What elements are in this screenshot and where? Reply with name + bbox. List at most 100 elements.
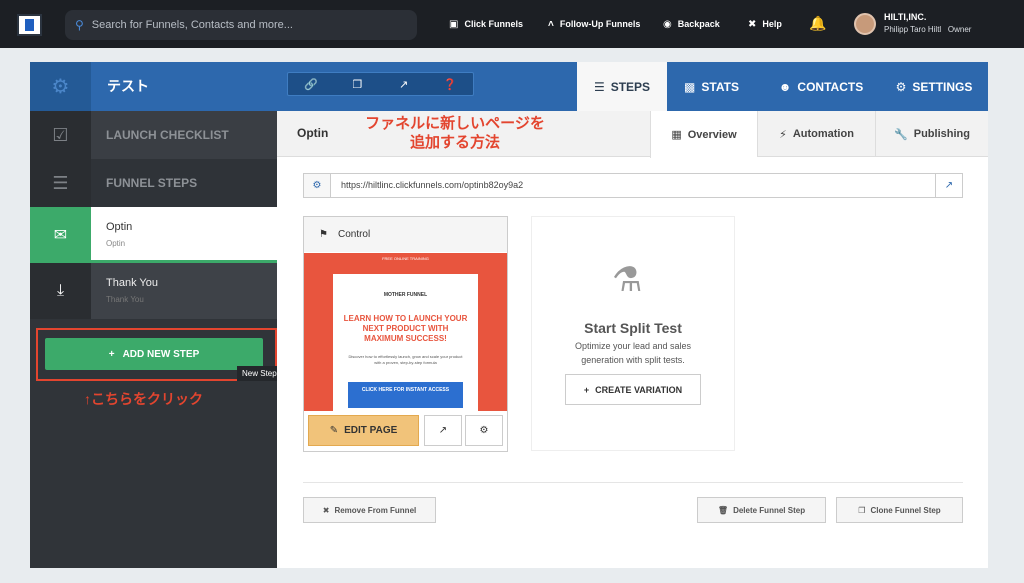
step-subtitle: Thank You xyxy=(106,295,144,304)
button-label: EDIT PAGE xyxy=(344,425,398,436)
download-icon: ⤓ xyxy=(30,263,91,319)
divider xyxy=(303,482,963,483)
subtab-overview[interactable]: ▦ Overview xyxy=(650,111,757,158)
bell-icon[interactable]: 🔔 xyxy=(809,15,826,32)
nav-backpack[interactable]: ◉ Backpack xyxy=(663,0,720,48)
bar-chart-icon: ▩ xyxy=(684,79,696,94)
search-icon: ⚲ xyxy=(75,18,84,32)
step-subtitle: Optin xyxy=(106,239,126,248)
step-title: Thank You xyxy=(106,277,158,289)
nav-click-funnels[interactable]: ▣ Click Funnels xyxy=(449,0,523,48)
search-placeholder: Search for Funnels, Contacts and more... xyxy=(91,19,293,31)
clone-funnel-step-button[interactable]: ❐ Clone Funnel Step xyxy=(836,497,963,523)
gear-icon[interactable]: ⚙ xyxy=(304,174,331,197)
sidebar-item-funnel-steps[interactable]: ☰ FUNNEL STEPS xyxy=(30,159,277,207)
sidebar-item-label: FUNNEL STEPS xyxy=(106,176,198,190)
tab-label: STATS xyxy=(701,79,739,94)
user-name: Philipp Taro Hiltl xyxy=(884,25,942,34)
preview-logo: MOTHER FUNNEL xyxy=(383,292,428,298)
checkbox-icon: ☑ xyxy=(30,111,91,159)
search-input[interactable]: ⚲ Search for Funnels, Contacts and more.… xyxy=(65,10,417,40)
nav-label: Follow-Up Funnels xyxy=(559,19,641,29)
close-icon: ✖ xyxy=(322,505,330,515)
step-thank-you[interactable]: ⤓ Thank You Thank You xyxy=(30,263,277,319)
step-url: https://hiltlinc.clickfunnels.com/optinb… xyxy=(341,180,524,190)
question-icon[interactable]: ❓ xyxy=(427,73,473,95)
edit-page-button[interactable]: ✎ EDIT PAGE xyxy=(308,415,419,446)
split-test-description: Optimize your lead and sales generation … xyxy=(574,341,692,365)
nav-label: Click Funnels xyxy=(464,19,523,29)
delete-funnel-step-button[interactable]: 🗑 Delete Funnel Step xyxy=(697,497,826,523)
subtab-label: Publishing xyxy=(913,128,970,140)
nav-help[interactable]: ✖ Help xyxy=(748,0,782,48)
bolt-icon: ⚡ xyxy=(779,128,787,141)
funnel-gear-icon[interactable]: ⚙ xyxy=(30,62,91,111)
step-title: Optin xyxy=(297,126,329,140)
plus-icon: + xyxy=(108,348,115,360)
external-link-icon: ↗ xyxy=(438,425,448,436)
annotation-line: ファネルに新しいページを xyxy=(365,115,545,132)
tab-stats[interactable]: ▩ STATS xyxy=(667,62,756,111)
annotation-line: 追加する方法 xyxy=(409,134,500,151)
nav-follow-up-funnels[interactable]: ˄ Follow-Up Funnels xyxy=(548,0,640,48)
subtab-automation[interactable]: ⚡ Automation xyxy=(757,111,875,157)
create-variation-button[interactable]: + CREATE VARIATION xyxy=(565,374,701,405)
users-icon: ☻ xyxy=(778,79,792,94)
add-new-step-button[interactable]: + ADD NEW STEP xyxy=(45,338,263,370)
preview-headline: LEARN HOW TO LAUNCH YOUR NEXT PRODUCT WI… xyxy=(343,314,468,343)
subtab-label: Automation xyxy=(792,128,854,140)
user-menu[interactable]: HILTI,INC. Philipp Taro Hiltl Owner xyxy=(884,12,971,34)
user-company: HILTI,INC. xyxy=(884,12,927,22)
nav-label: Help xyxy=(762,19,782,29)
followup-icon: ˄ xyxy=(548,18,554,30)
external-link-icon[interactable]: ↗ xyxy=(381,73,427,95)
copy-icon[interactable]: ❐ xyxy=(334,73,380,95)
remove-from-funnel-button[interactable]: ✖ Remove From Funnel xyxy=(303,497,436,523)
page-preview[interactable]: FREE ONLINE TRAINING MOTHER FUNNEL LEARN… xyxy=(304,253,507,411)
sidebar-item-launch-checklist[interactable]: ☑ LAUNCH CHECKLIST xyxy=(30,111,277,159)
funnel-toolbar: 🔗 ❐ ↗ ❓ xyxy=(287,72,474,96)
user-role: Owner xyxy=(947,25,972,34)
clickfunnels-logo[interactable] xyxy=(17,14,42,36)
button-label: Clone Funnel Step xyxy=(870,505,941,515)
edit-icon: ✎ xyxy=(329,425,339,436)
split-test-title: Start Split Test xyxy=(584,320,682,336)
annotation-click-here: ↑こちらをクリック xyxy=(84,391,203,407)
flask-icon: ⚗ xyxy=(612,261,643,299)
list-icon: ☰ xyxy=(593,79,605,94)
open-page-button[interactable]: ↗ xyxy=(424,415,462,446)
preview-cta: CLICK HERE FOR INSTANT ACCESS xyxy=(348,382,463,408)
tab-settings[interactable]: ⚙ SETTINGS xyxy=(885,62,983,111)
subtab-label: Overview xyxy=(687,128,737,141)
nav-label: Backpack xyxy=(677,19,720,29)
avatar[interactable] xyxy=(854,13,876,35)
funnel-name: テスト xyxy=(107,78,149,94)
subtab-publishing[interactable]: 🔧 Publishing xyxy=(875,111,988,157)
external-link-icon[interactable]: ↗ xyxy=(935,174,962,197)
tab-contacts[interactable]: ☻ CONTACTS xyxy=(766,62,876,111)
help-icon: ✖ xyxy=(748,18,757,30)
grid-icon: ▦ xyxy=(671,129,682,141)
button-label: Remove From Funnel xyxy=(334,505,417,515)
envelope-icon: ✉ xyxy=(30,207,91,263)
flag-icon: ⚑ xyxy=(319,229,328,240)
button-label: Delete Funnel Step xyxy=(733,505,806,515)
preview-box: MOTHER FUNNEL LEARN HOW TO LAUNCH YOUR N… xyxy=(333,274,478,411)
step-title: Optin xyxy=(106,221,133,233)
backpack-icon: ◉ xyxy=(663,18,672,30)
page-settings-button[interactable]: ⚙ xyxy=(465,415,503,446)
step-url-field[interactable]: ⚙ https://hiltlinc.clickfunnels.com/opti… xyxy=(303,173,963,198)
button-label: CREATE VARIATION xyxy=(595,384,683,395)
gear-icon: ⚙ xyxy=(479,425,489,436)
link-icon[interactable]: 🔗 xyxy=(288,73,334,95)
step-optin[interactable]: ✉ Optin Optin xyxy=(30,207,277,263)
annotation-title: ファネルに新しいページを 追加する方法 xyxy=(350,114,560,152)
sidebar-item-label: LAUNCH CHECKLIST xyxy=(106,128,229,142)
tab-label: SETTINGS xyxy=(912,79,973,94)
plus-icon: + xyxy=(583,384,590,395)
preview-body: Discover how to effortlessly launch, gro… xyxy=(348,354,463,365)
clickfunnels-icon: ▣ xyxy=(449,18,459,30)
tab-steps[interactable]: ☰ STEPS xyxy=(577,62,667,111)
tab-label: CONTACTS xyxy=(797,79,864,94)
menu-icon: ☰ xyxy=(30,159,91,207)
